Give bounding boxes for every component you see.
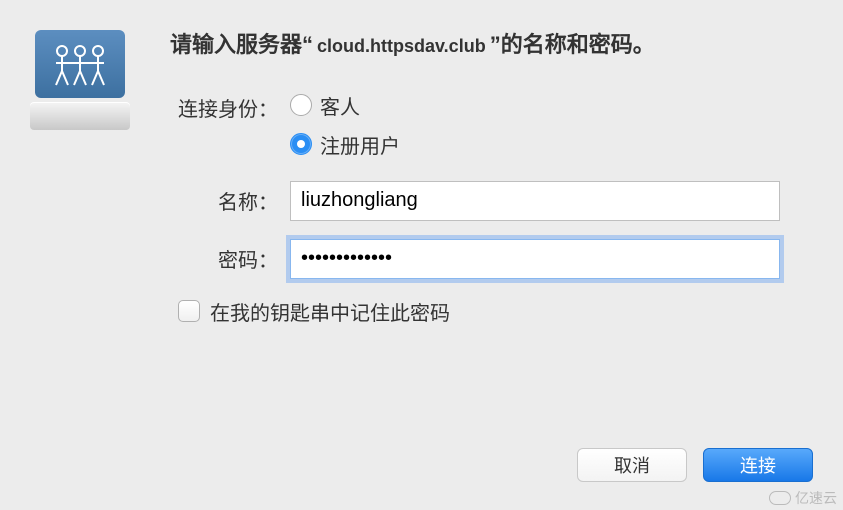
- radio-icon: [290, 94, 312, 116]
- identity-row: 连接身份： 客人 注册用户: [170, 91, 813, 159]
- network-server-icon: [30, 30, 130, 130]
- button-row: 取消 连接: [577, 428, 843, 482]
- password-label: 密码：: [170, 244, 290, 273]
- radio-icon-selected: [290, 133, 312, 155]
- remember-label: 在我的钥匙串中记住此密码: [210, 297, 450, 326]
- password-input[interactable]: [290, 239, 780, 279]
- connect-button[interactable]: 连接: [703, 448, 813, 482]
- radio-registered-label: 注册用户: [320, 130, 400, 159]
- watermark-text: 亿速云: [795, 488, 837, 508]
- name-label: 名称：: [170, 186, 290, 215]
- checkbox-icon: [178, 300, 200, 322]
- identity-radio-group: 客人 注册用户: [290, 91, 813, 159]
- radio-registered-user[interactable]: 注册用户: [290, 130, 813, 159]
- name-input[interactable]: [290, 181, 780, 221]
- identity-label: 连接身份：: [170, 91, 290, 122]
- name-row: 名称：: [170, 181, 813, 221]
- cloud-icon: [769, 491, 791, 505]
- server-auth-dialog: 请输入服务器“cloud.httpsdav.club”的名称和密码。 连接身份：…: [0, 0, 843, 346]
- prompt-prefix: 请输入服务器“: [170, 32, 313, 57]
- radio-guest[interactable]: 客人: [290, 91, 813, 120]
- prompt-text: 请输入服务器“cloud.httpsdav.club”的名称和密码。: [170, 30, 813, 61]
- prompt-suffix: ”的名称和密码。: [490, 32, 655, 57]
- cancel-button[interactable]: 取消: [577, 448, 687, 482]
- password-row: 密码：: [170, 239, 813, 279]
- remember-checkbox-row[interactable]: 在我的钥匙串中记住此密码: [178, 297, 813, 326]
- watermark: 亿速云: [769, 488, 837, 508]
- people-icon: [50, 39, 110, 89]
- content-column: 请输入服务器“cloud.httpsdav.club”的名称和密码。 连接身份：…: [170, 30, 813, 326]
- icon-column: [30, 30, 140, 326]
- server-hostname: cloud.httpsdav.club: [313, 36, 490, 56]
- radio-guest-label: 客人: [320, 91, 360, 120]
